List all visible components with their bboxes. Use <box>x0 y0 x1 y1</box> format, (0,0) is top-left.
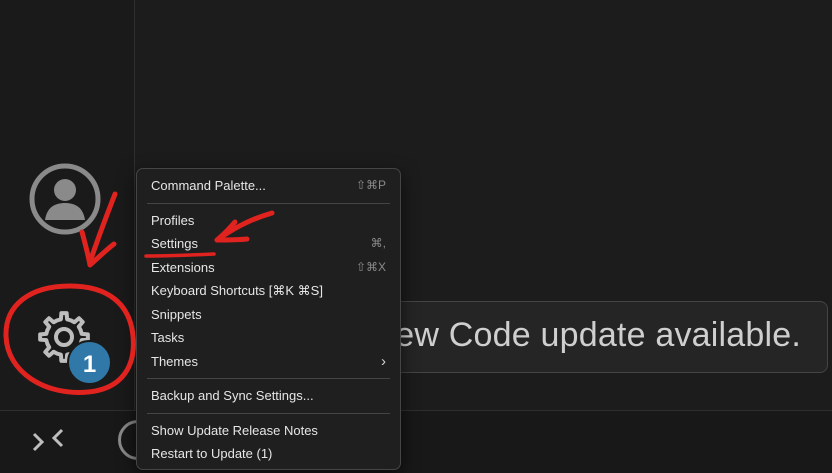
menu-item-show-update-release-notes[interactable]: Show Update Release Notes <box>137 419 400 443</box>
menu-item-label: Settings <box>151 236 198 251</box>
menu-item-label: Show Update Release Notes <box>151 422 318 438</box>
menu-item-label: Snippets <box>151 306 202 322</box>
menu-item-themes[interactable]: Themes › <box>137 350 400 374</box>
menu-separator <box>147 412 390 414</box>
menu-separator <box>147 378 390 379</box>
menu-item-command-palette[interactable]: Command Palette... ⇧⌘P <box>137 174 400 198</box>
menu-item-shortcut: ⌘, <box>370 236 386 250</box>
menu-item-label: Backup and Sync Settings... <box>151 388 314 403</box>
menu-item-label: Keyboard Shortcuts [⌘K ⌘S] <box>151 283 323 298</box>
menu-item-settings[interactable]: Settings ⌘, <box>137 232 400 256</box>
menu-item-label: Command Palette... <box>151 178 266 193</box>
menu-item-shortcut: ⇧⌘P <box>355 178 386 192</box>
account-icon[interactable] <box>28 162 102 236</box>
activity-bar <box>0 0 135 472</box>
menu-item-snippets[interactable]: Snippets <box>137 303 400 327</box>
menu-item-label: Restart to Update (1) <box>151 446 273 461</box>
menu-item-label: Themes <box>151 353 198 369</box>
remote-indicator-icon[interactable] <box>26 420 70 464</box>
menu-item-label: Profiles <box>151 212 195 228</box>
menu-item-profiles[interactable]: Profiles <box>137 209 400 233</box>
menu-separator <box>147 202 390 204</box>
chevron-right-icon: › <box>381 352 386 370</box>
menu-item-keyboard-shortcuts-k-s[interactable]: Keyboard Shortcuts [⌘K ⌘S] <box>137 279 400 303</box>
menu-item-extensions[interactable]: Extensions ⇧⌘X <box>137 256 400 280</box>
menu-item-label: Tasks <box>151 330 185 345</box>
menu-item-shortcut: ⇧⌘X <box>355 259 386 274</box>
update-badge: 1 <box>67 340 112 385</box>
menu-item-label: Extensions <box>151 259 215 275</box>
menu-item-restart-to-update-1[interactable]: Restart to Update (1) <box>137 442 400 466</box>
manage-menu: Command Palette... ⇧⌘P Profiles Settings ⌘, E… <box>136 168 401 470</box>
menu-item-backup-and-sync-settings[interactable]: Backup and Sync Settings... <box>137 384 400 408</box>
menu-item-tasks[interactable]: Tasks <box>137 326 400 350</box>
